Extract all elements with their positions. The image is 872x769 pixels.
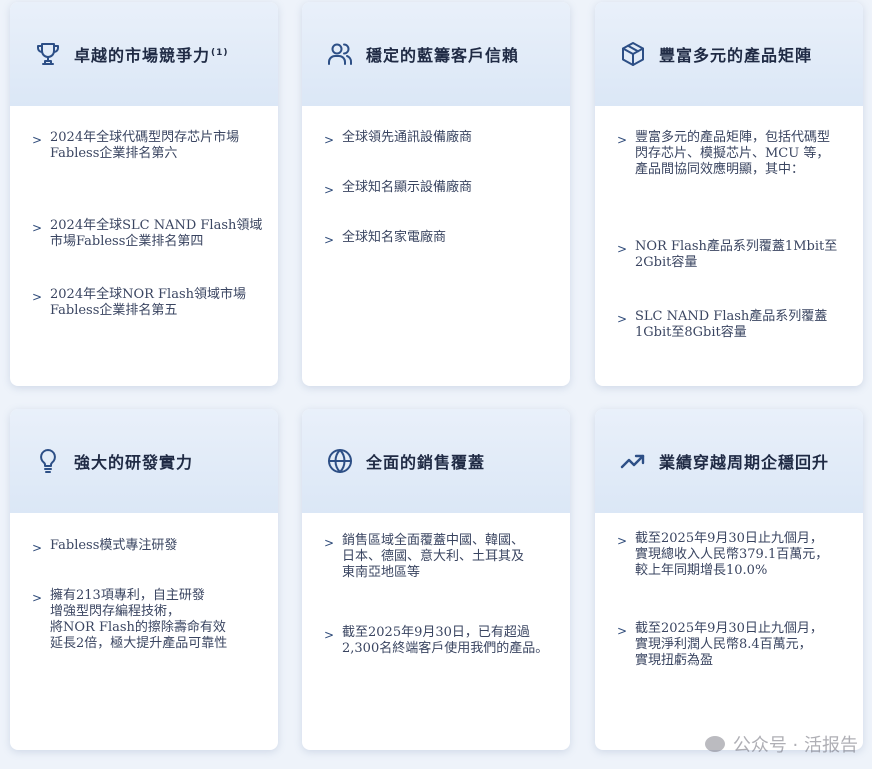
chevron-right-icon: > (617, 624, 628, 638)
chevron-right-icon: > (617, 534, 628, 548)
list-item: > 銷售區域全面覆蓋中國、韓國、 日本、德國、意大利、土耳其及 東南亞地區等 (324, 533, 525, 580)
card-title: 卓越的市場競爭力(1) (74, 46, 229, 65)
wechat-icon (704, 736, 725, 752)
card-header: 業績穿越周期企穩回升 (595, 409, 863, 513)
card-performance-recovery: 業績穿越周期企穩回升 > 截至2025年9月30日止九個月， 實現總收入人民幣37… (595, 409, 863, 750)
users-icon (326, 40, 354, 68)
card-header: 卓越的市場競爭力(1) (10, 2, 278, 106)
list-item: > Fabless模式專注研發 (32, 538, 178, 555)
card-title: 全面的銷售覆蓋 (366, 453, 486, 472)
list-item: > 截至2025年9月30日止九個月， 實現總收入人民幣379.1百萬元， 較上年… (617, 531, 829, 578)
list-item: >2024年全球代碼型閃存芯片市場 Fabless企業排名第六 (32, 130, 240, 161)
trend-up-icon (619, 447, 647, 475)
card-bluechip-customers: 穩定的藍籌客戶信賴 > 全球領先通訊設備廠商 > 全球知名顯示設備廠商 > 全球知名家… (302, 2, 570, 386)
card-sales-coverage: 全面的銷售覆蓋 > 銷售區域全面覆蓋中國、韓國、 日本、德國、意大利、土耳其及 東… (302, 409, 570, 750)
cube-icon (619, 40, 647, 68)
watermark-text: 公众号 · 活报告 (732, 735, 858, 756)
chevron-right-icon: > (324, 233, 335, 247)
chevron-right-icon: > (617, 242, 628, 256)
card-title: 穩定的藍籌客戶信賴 (366, 46, 520, 65)
list-item: > 截至2025年9月30日止九個月， 實現淨利潤人民幣8.4百萬元， 實現扭虧為… (617, 621, 823, 668)
chevron-right-icon: > (324, 133, 335, 147)
chevron-right-icon: > (32, 290, 43, 304)
watermark: 公众号 · 活报告 (704, 731, 858, 757)
list-item: >2024年全球NOR Flash領域市場 Fabless企業排名第五 (32, 287, 247, 318)
list-item: > NOR Flash產品系列覆蓋1Mbit至 2Gbit容量 (617, 239, 838, 270)
chevron-right-icon: > (32, 221, 43, 235)
card-product-matrix: 豐富多元的產品矩陣 > 豐富多元的產品矩陣，包括代碼型 閃存芯片、模擬芯片、MCU… (595, 2, 863, 386)
chevron-right-icon: > (32, 133, 43, 147)
list-item: > 截至2025年9月30日，已有超過 2,300名終端客戶使用我們的產品。 (324, 625, 549, 656)
globe-icon (326, 447, 354, 475)
chevron-right-icon: > (32, 541, 43, 555)
card-title: 豐富多元的產品矩陣 (659, 46, 813, 65)
trophy-icon (34, 40, 62, 68)
list-item: > 豐富多元的產品矩陣，包括代碼型 閃存芯片、模擬芯片、MCU 等， 產品間協同效… (617, 130, 831, 177)
list-item: > 全球知名家電廠商 (324, 230, 447, 247)
card-header: 穩定的藍籌客戶信賴 (302, 2, 570, 106)
chevron-right-icon: > (617, 133, 628, 147)
card-rd-strength: 強大的研發實力 > Fabless模式專注研發 > 擁有213項專利，自主研發 增強… (10, 409, 278, 750)
list-item: > 擁有213項專利，自主研發 增強型閃存編程技術， 將NOR Flash的擦除壽… (32, 588, 228, 651)
card-header: 強大的研發實力 (10, 409, 278, 513)
card-header: 豐富多元的產品矩陣 (595, 2, 863, 106)
card-header: 全面的銷售覆蓋 (302, 409, 570, 513)
chevron-right-icon: > (32, 591, 43, 605)
chevron-right-icon: > (617, 312, 628, 326)
list-item: > 全球知名顯示設備廠商 (324, 180, 473, 197)
lightbulb-icon (34, 447, 62, 475)
chevron-right-icon: > (324, 536, 335, 550)
card-market-competitiveness: 卓越的市場競爭力(1) >2024年全球代碼型閃存芯片市場 Fabless企業排… (10, 2, 278, 386)
card-title: 強大的研發實力 (74, 453, 194, 472)
list-item: > SLC NAND Flash產品系列覆蓋 1Gbit至8Gbit容量 (617, 309, 828, 340)
chevron-right-icon: > (324, 628, 335, 642)
chevron-right-icon: > (324, 183, 335, 197)
card-title: 業績穿越周期企穩回升 (659, 453, 830, 472)
list-item: > 全球領先通訊設備廠商 (324, 130, 473, 147)
list-item: >2024年全球SLC NAND Flash領域 市場Fabless企業排名第四 (32, 218, 263, 249)
